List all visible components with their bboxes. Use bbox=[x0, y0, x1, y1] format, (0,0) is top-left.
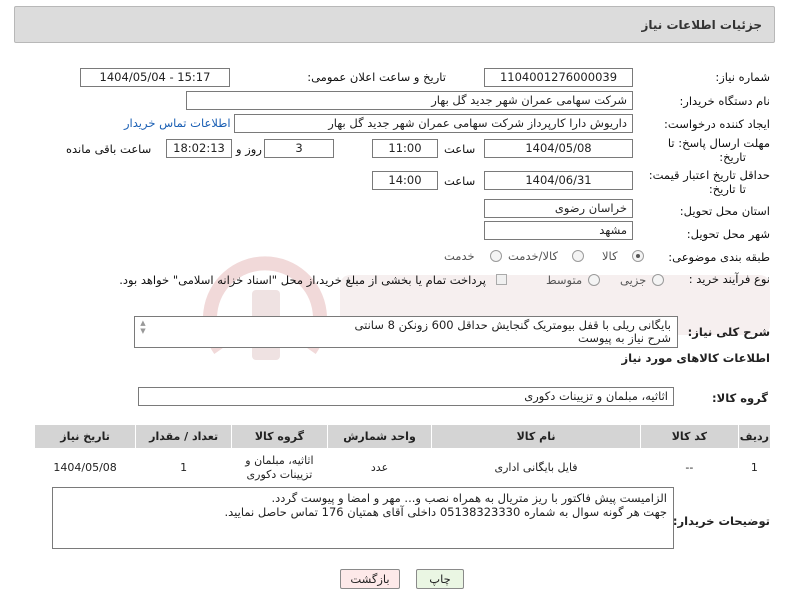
treasury-payment-note: پرداخت تمام یا بخشی از مبلغ خرید،از محل … bbox=[119, 273, 486, 287]
back-button[interactable]: بازگشت bbox=[340, 569, 400, 589]
category-option-goods: کالا bbox=[602, 249, 618, 263]
cell-need-date: 1404/05/08 bbox=[33, 448, 137, 487]
process-radio-medium[interactable] bbox=[588, 274, 600, 286]
print-button[interactable]: چاپ bbox=[416, 569, 464, 589]
deadline-date-field: 1404/05/08 bbox=[484, 139, 633, 158]
buyer-contact-link[interactable]: اطلاعات تماس خریدار bbox=[124, 116, 231, 130]
days-field: 3 bbox=[264, 139, 334, 158]
cell-item-name: فایل بایگانی اداری bbox=[431, 448, 641, 487]
description-box: بایگانی ریلی با قفل بیومتریک گنجایش حداق… bbox=[134, 316, 678, 348]
need-number-field: 1104001276000039 bbox=[484, 68, 633, 87]
price-validity-time-label: ساعت bbox=[444, 174, 476, 188]
category-label: طبقه بندی موضوعی: bbox=[668, 250, 770, 264]
col-quantity: تعداد / مقدار bbox=[135, 424, 233, 449]
category-radio-goods[interactable] bbox=[632, 250, 644, 262]
province-label: استان محل تحویل: bbox=[679, 204, 770, 218]
remaining-time-label: ساعت باقی مانده bbox=[66, 142, 152, 156]
process-type-label: نوع فرآیند خرید : bbox=[688, 272, 770, 286]
goods-table: ردیف کد کالا نام کالا واحد شمارش گروه کا… bbox=[33, 424, 772, 487]
description-line-2: شرح نیاز به پیوست bbox=[577, 331, 671, 345]
deadline-label: مهلت ارسال پاسخ: تا bbox=[667, 136, 770, 150]
col-item-name: نام کالا bbox=[431, 424, 641, 449]
buyer-notes-line-2: جهت هر گونه سوال به شماره 05138323330 دا… bbox=[224, 505, 667, 519]
buyer-notes-box: الزامیست پیش فاکتور با ریز متریال به همر… bbox=[52, 487, 674, 549]
cell-unit: عدد bbox=[326, 448, 433, 487]
creator-label: ایجاد کننده درخواست: bbox=[664, 117, 770, 131]
process-option-medium: متوسط bbox=[546, 273, 583, 287]
category-option-service: خدمت bbox=[444, 249, 475, 263]
cell-quantity: 1 bbox=[135, 448, 233, 487]
process-radio-minor[interactable] bbox=[652, 274, 664, 286]
treasury-payment-checkbox[interactable] bbox=[496, 274, 507, 285]
goods-group-label: گروه کالا: bbox=[712, 391, 768, 405]
deadline-label-date: تاریخ: bbox=[719, 150, 746, 164]
deadline-time-label: ساعت bbox=[444, 142, 476, 156]
goods-group-field: اثاثیه، مبلمان و تزیینات دکوری bbox=[138, 387, 674, 406]
announce-date-field: 1404/05/04 - 15:17 bbox=[80, 68, 230, 87]
description-label: شرح کلی نیاز: bbox=[687, 325, 770, 339]
price-validity-date-field: 1404/06/31 bbox=[484, 171, 633, 190]
deadline-time-field: 11:00 bbox=[372, 139, 438, 158]
remaining-time-field: 18:02:13 bbox=[166, 139, 232, 158]
table-header-row: ردیف کد کالا نام کالا واحد شمارش گروه کا… bbox=[33, 424, 772, 449]
cell-row-number: 1 bbox=[737, 448, 772, 487]
table-row: 1 -- فایل بایگانی اداری عدد اثاثیه، مبلم… bbox=[33, 448, 772, 487]
category-radio-goods-service[interactable] bbox=[572, 250, 584, 262]
price-validity-label: حداقل تاریخ اعتبار قیمت: bbox=[648, 168, 770, 182]
category-option-goods-service: کالا/خدمت bbox=[508, 249, 559, 263]
col-item-code: کد کالا bbox=[639, 424, 739, 449]
category-radio-service[interactable] bbox=[490, 250, 502, 262]
col-unit: واحد شمارش bbox=[326, 424, 433, 449]
goods-section-title: اطلاعات کالاهای مورد نیاز bbox=[621, 351, 770, 365]
cell-goods-group: اثاثیه، مبلمان و تزیینات دکوری bbox=[231, 448, 328, 487]
price-validity-time-field: 14:00 bbox=[372, 171, 438, 190]
city-label: شهر محل تحویل: bbox=[686, 227, 770, 241]
cell-item-code: -- bbox=[639, 448, 739, 487]
buyer-org-field: شرکت سهامی عمران شهر جدید گل بهار bbox=[186, 91, 633, 110]
description-scroll-icon[interactable]: ▲ ▼ bbox=[138, 319, 148, 337]
announce-date-label: تاریخ و ساعت اعلان عمومی: bbox=[307, 70, 446, 84]
process-option-minor: جزیی bbox=[620, 273, 647, 287]
buyer-notes-label: توضیحات خریدار: bbox=[672, 514, 770, 528]
buyer-notes-line-1: الزامیست پیش فاکتور با ریز متریال به همر… bbox=[271, 491, 668, 505]
days-label: روز و bbox=[236, 142, 262, 156]
price-validity-label-date: تا تاریخ: bbox=[708, 182, 746, 196]
col-need-date: تاریخ نیاز bbox=[33, 424, 137, 449]
col-row-number: ردیف bbox=[737, 424, 772, 449]
creator-field: داریوش دارا کارپرداز شرکت سهامی عمران شه… bbox=[234, 114, 633, 133]
province-field: خراسان رضوی bbox=[484, 199, 633, 218]
header-panel: جزئیات اطلاعات نیاز bbox=[14, 6, 775, 43]
city-field: مشهد bbox=[484, 221, 633, 240]
page-title: جزئیات اطلاعات نیاز bbox=[641, 18, 762, 32]
buyer-org-label: نام دستگاه خریدار: bbox=[679, 94, 770, 108]
col-goods-group: گروه کالا bbox=[231, 424, 328, 449]
need-number-label: شماره نیاز: bbox=[715, 70, 770, 84]
